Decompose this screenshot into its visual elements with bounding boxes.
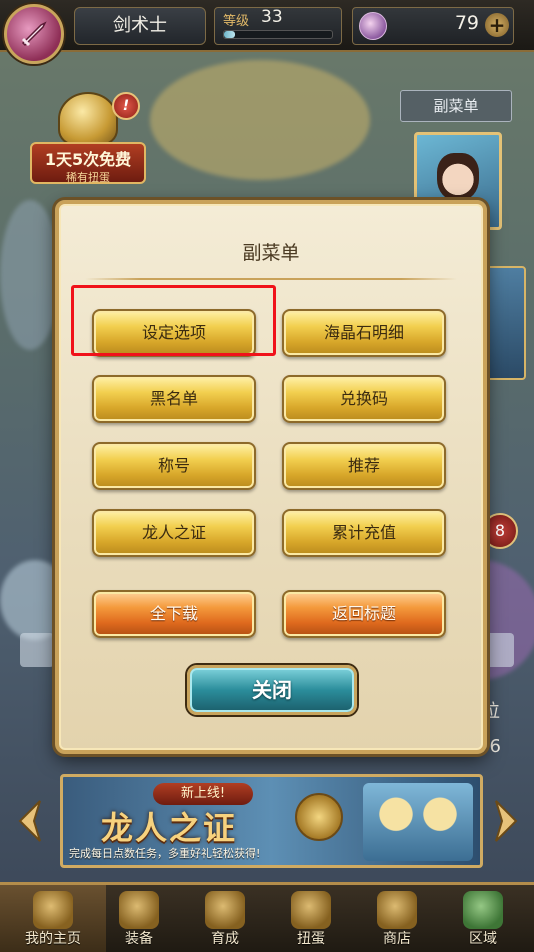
banner-title: 龙人之证 bbox=[101, 809, 238, 847]
recommend-button[interactable]: 推荐 bbox=[282, 442, 446, 490]
exp-bar bbox=[223, 30, 333, 39]
total-recharge-button[interactable]: 累计充值 bbox=[282, 509, 446, 557]
helmet-icon bbox=[119, 891, 159, 929]
add-gems-button[interactable]: + bbox=[485, 13, 509, 37]
exp-bar-fill bbox=[224, 31, 235, 38]
gem-count: 79 bbox=[454, 12, 479, 34]
level-label: 等级 bbox=[223, 14, 250, 29]
gacha-ribbon: 1天5次免费 稀有扭蛋 bbox=[30, 142, 146, 184]
blacklist-button[interactable]: 黑名单 bbox=[92, 375, 256, 423]
scroll-icon bbox=[33, 891, 73, 929]
bottom-nav: 我的主页 装备 育成 扭蛋 商店 区域 bbox=[0, 882, 534, 952]
currency-panel: 79 + bbox=[352, 7, 514, 45]
sword-icon bbox=[21, 21, 47, 47]
return-title-button[interactable]: 返回标题 bbox=[282, 590, 446, 638]
user-icon bbox=[20, 633, 54, 667]
medal-icon bbox=[295, 793, 343, 841]
chevron-right-icon[interactable] bbox=[488, 797, 524, 845]
title-button[interactable]: 称号 bbox=[92, 442, 256, 490]
gacha-machine-icon bbox=[58, 92, 118, 146]
gacha-icon bbox=[291, 891, 331, 929]
side-event-card[interactable] bbox=[482, 266, 526, 380]
chevron-left-icon[interactable] bbox=[12, 797, 48, 845]
dragon-proof-button[interactable]: 龙人之证 bbox=[92, 509, 256, 557]
notification-badge[interactable]: 8 bbox=[482, 513, 518, 549]
crystal-details-button[interactable]: 海晶石明细 bbox=[282, 309, 446, 357]
redeem-code-button[interactable]: 兑换码 bbox=[282, 375, 446, 423]
player-name: 剑术士 bbox=[74, 7, 206, 45]
alert-icon: ! bbox=[112, 92, 140, 120]
nav-label: 区域 bbox=[469, 931, 497, 947]
gacha-sub-text: 稀有扭蛋 bbox=[66, 171, 110, 184]
level-panel: 等级 33 bbox=[214, 7, 342, 45]
title-divider bbox=[85, 278, 457, 280]
free-gacha-badge[interactable]: ! 1天5次免费 稀有扭蛋 bbox=[30, 92, 146, 184]
event-banner[interactable]: 新上线! 龙人之证 完成每日点数任务，多重好礼轻松获得! bbox=[60, 774, 483, 868]
sword-icon bbox=[205, 891, 245, 929]
scene-decoration bbox=[0, 200, 60, 350]
download-all-button[interactable]: 全下载 bbox=[92, 590, 256, 638]
dialog-title: 副菜单 bbox=[242, 242, 300, 264]
banner-characters-image bbox=[363, 783, 473, 861]
bag-icon bbox=[377, 891, 417, 929]
banner-subtitle: 完成每日点数任务，多重好礼轻松获得! bbox=[69, 847, 261, 860]
globe-icon bbox=[463, 891, 503, 929]
gem-icon bbox=[359, 12, 387, 40]
gacha-free-text: 1天5次免费 bbox=[44, 150, 132, 169]
scene-decoration bbox=[150, 60, 370, 180]
player-avatar[interactable] bbox=[4, 4, 64, 64]
highlight-box bbox=[71, 285, 276, 356]
level-value: 33 bbox=[261, 7, 283, 27]
close-button[interactable]: 关闭 bbox=[187, 665, 357, 715]
submenu-dialog: 副菜单 设定选项 海晶石明细 黑名单 兑换码 称号 推荐 龙人之证 累计充值 全… bbox=[55, 200, 487, 754]
nav-region[interactable]: 区域 bbox=[430, 885, 534, 952]
submenu-button[interactable]: 副菜单 bbox=[400, 90, 512, 122]
banner-new-label: 新上线! bbox=[153, 783, 253, 805]
character-portrait bbox=[437, 153, 479, 201]
